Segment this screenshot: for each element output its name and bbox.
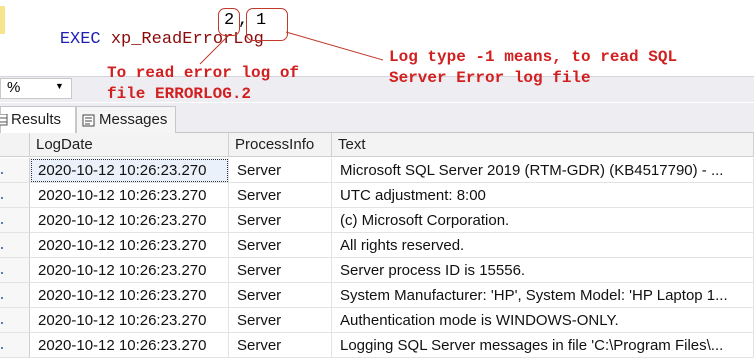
tab-results-label: Results (11, 111, 62, 128)
table-cell[interactable]: Server process ID is 15556. (332, 258, 754, 283)
row-marker-icon (1, 222, 3, 224)
table-cell[interactable]: Server (229, 208, 332, 233)
table-cell[interactable]: Logging SQL Server messages in file 'C:\… (332, 333, 754, 358)
table-cell[interactable]: 2020-10-12 10:26:23.270 (30, 183, 229, 208)
row-marker-icon (1, 247, 3, 249)
table-cell[interactable]: UTC adjustment: 8:00 (332, 183, 754, 208)
zoom-value: % (7, 79, 21, 96)
table-cell[interactable]: 2020-10-12 10:26:23.270 (30, 233, 229, 258)
row-header[interactable] (0, 233, 30, 258)
column-header-logdate[interactable]: LogDate (30, 133, 229, 157)
table-cell[interactable]: Server (229, 333, 332, 358)
row-header[interactable] (0, 158, 30, 183)
tab-results[interactable]: Results (0, 106, 76, 133)
table-cell[interactable]: (c) Microsoft Corporation. (332, 208, 754, 233)
arrow-arg1-line (199, 34, 230, 65)
row-marker-icon (1, 347, 3, 349)
row-marker-icon (1, 322, 3, 324)
row-marker-icon (1, 297, 3, 299)
table-cell[interactable]: Server (229, 158, 332, 183)
messages-icon (82, 114, 95, 127)
tab-messages-label: Messages (99, 111, 168, 128)
table-cell[interactable]: Server (229, 258, 332, 283)
table-cell[interactable]: 2020-10-12 10:26:23.270 (30, 158, 229, 183)
row-header[interactable] (0, 183, 30, 208)
row-marker-icon (1, 272, 3, 274)
annotation-right-line1: Log type -1 means, to read SQL (389, 48, 678, 66)
row-header[interactable] (0, 208, 30, 233)
table-cell[interactable]: Microsoft SQL Server 2019 (RTM-GDR) (KB4… (332, 158, 754, 183)
annotation-right-line2: Server Error log file (389, 69, 591, 87)
row-marker-icon (1, 172, 3, 174)
column-header-text[interactable]: Text (332, 133, 754, 157)
table-cell[interactable]: 2020-10-12 10:26:23.270 (30, 208, 229, 233)
row-header[interactable] (0, 333, 30, 358)
row-header[interactable] (0, 283, 30, 308)
table-cell[interactable]: Authentication mode is WINDOWS-ONLY. (332, 308, 754, 333)
row-marker-icon (1, 197, 3, 199)
table-cell[interactable]: Server (229, 233, 332, 258)
grid-icon (0, 114, 8, 126)
table-cell[interactable]: Server (229, 308, 332, 333)
table-cell[interactable]: Server (229, 183, 332, 208)
row-header[interactable] (0, 258, 30, 283)
column-header-processinfo[interactable]: ProcessInfo (229, 133, 332, 157)
annotation-left-line1: To read error log of (107, 64, 300, 82)
table-cell[interactable]: System Manufacturer: 'HP', System Model:… (332, 283, 754, 308)
row-header[interactable] (0, 308, 30, 333)
tab-messages[interactable]: Messages (76, 106, 176, 133)
annotation-left-line2: file ERRORLOG.2 (107, 85, 252, 103)
zoom-select[interactable]: % ▼ (0, 78, 72, 99)
table-cell[interactable]: All rights reserved. (332, 233, 754, 258)
table-cell[interactable]: 2020-10-12 10:26:23.270 (30, 308, 229, 333)
table-cell[interactable]: 2020-10-12 10:26:23.270 (30, 333, 229, 358)
table-cell[interactable]: Server (229, 283, 332, 308)
grid-corner (0, 133, 30, 157)
arrow-arg2-line (285, 31, 384, 61)
table-cell[interactable]: 2020-10-12 10:26:23.270 (30, 258, 229, 283)
table-cell[interactable]: 2020-10-12 10:26:23.270 (30, 283, 229, 308)
chevron-down-icon: ▼ (55, 81, 64, 91)
